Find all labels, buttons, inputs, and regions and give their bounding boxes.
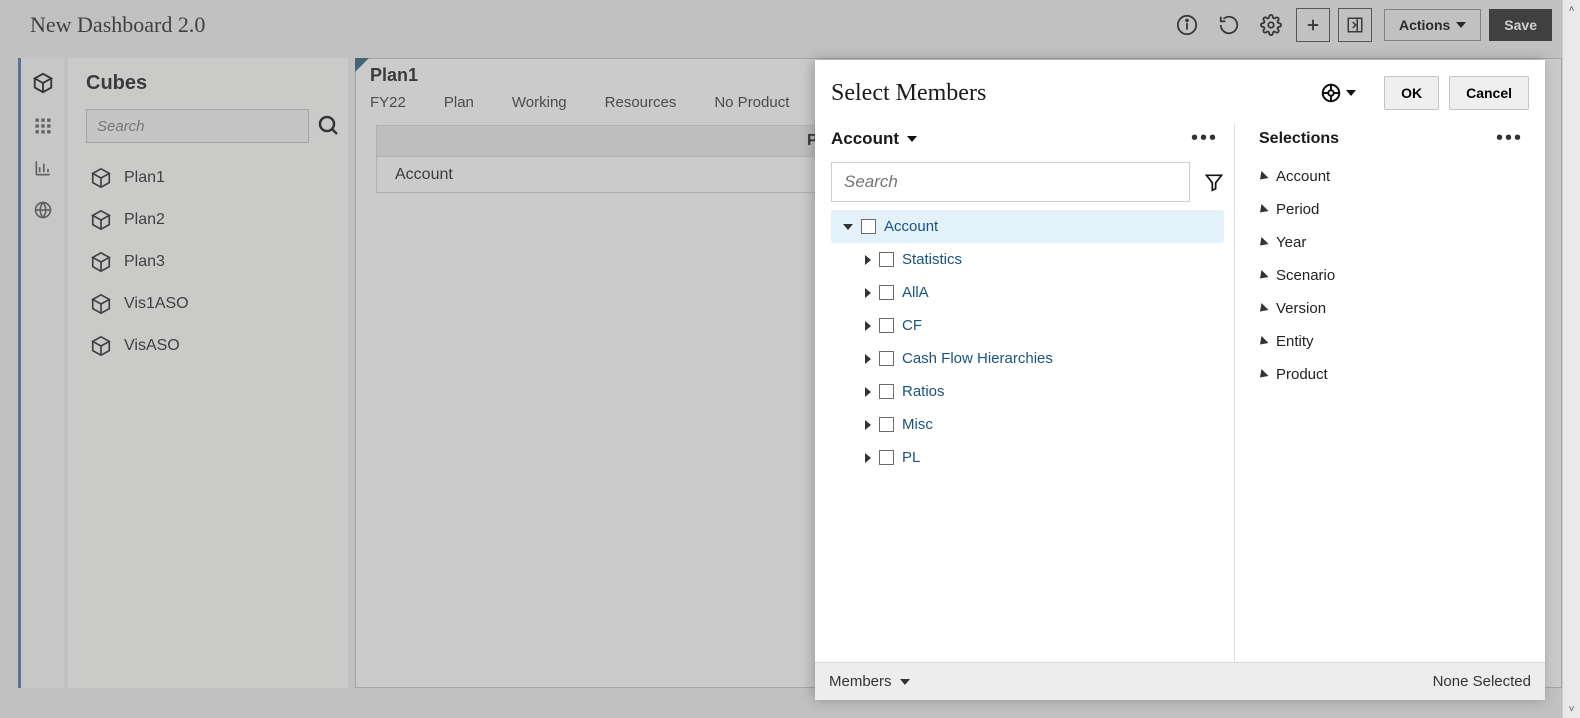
cube-item[interactable]: VisASO xyxy=(86,325,330,367)
collapse-icon xyxy=(1256,302,1268,314)
cube-icon[interactable] xyxy=(32,72,54,94)
selected-count: None Selected xyxy=(1433,673,1531,690)
members-tab[interactable]: Members xyxy=(829,673,910,690)
expand-icon[interactable] xyxy=(865,387,871,397)
dimension-selector[interactable]: Account xyxy=(831,129,899,149)
window-scrollbar[interactable]: ˄ ˅ xyxy=(1562,0,1580,718)
selection-item[interactable]: Version xyxy=(1259,292,1529,325)
sidebar-search-input[interactable] xyxy=(86,109,309,143)
selection-item[interactable]: Entity xyxy=(1259,325,1529,358)
checkbox[interactable] xyxy=(879,285,894,300)
main-tab-plan1[interactable]: Plan1 xyxy=(370,65,418,85)
expand-icon[interactable] xyxy=(865,288,871,298)
tree-node[interactable]: AllA xyxy=(831,276,1224,309)
pov-chip[interactable]: Resources xyxy=(605,94,677,111)
cube-item[interactable]: Vis1ASO xyxy=(86,283,330,325)
expand-icon[interactable] xyxy=(865,255,871,265)
chevron-down-icon xyxy=(900,679,910,685)
collapse-icon xyxy=(1256,203,1268,215)
tree-node-root[interactable]: Account xyxy=(831,210,1224,243)
chevron-down-icon[interactable] xyxy=(907,136,917,142)
chevron-down-icon xyxy=(1456,22,1466,28)
cube-outline-icon xyxy=(90,251,112,273)
expand-icon[interactable] xyxy=(865,420,871,430)
selection-item[interactable]: Product xyxy=(1259,358,1529,391)
cubes-sidebar: Cubes Plan1 Plan2 Plan3 Vis1ASO VisASO xyxy=(68,58,348,688)
grid-icon[interactable] xyxy=(33,116,53,136)
pov-chip[interactable]: FY22 xyxy=(370,94,406,111)
panel-toggle-icon[interactable] xyxy=(1338,8,1372,42)
pov-chip[interactable]: Plan xyxy=(444,94,474,111)
refresh-icon[interactable] xyxy=(1212,8,1246,42)
page-title: New Dashboard 2.0 xyxy=(30,12,205,38)
collapse-icon xyxy=(1256,368,1268,380)
ok-button[interactable]: OK xyxy=(1384,76,1439,110)
cube-outline-icon xyxy=(90,335,112,357)
tree-node[interactable]: Statistics xyxy=(831,243,1224,276)
left-rail xyxy=(18,58,64,688)
filter-icon[interactable] xyxy=(1204,172,1224,192)
checkbox[interactable] xyxy=(879,417,894,432)
cube-outline-icon xyxy=(90,167,112,189)
checkbox[interactable] xyxy=(861,219,876,234)
member-search-input[interactable] xyxy=(831,162,1190,202)
member-tree: Account Statistics AllA CF Cash Flow Hie… xyxy=(831,210,1224,474)
help-icon[interactable] xyxy=(1320,82,1356,104)
collapse-icon xyxy=(1256,170,1268,182)
modal-footer: Members None Selected xyxy=(815,662,1545,700)
collapse-icon xyxy=(1256,236,1268,248)
pov-chip[interactable]: No Product xyxy=(714,94,789,111)
chevron-down-icon xyxy=(1346,90,1356,96)
save-button[interactable]: Save xyxy=(1489,9,1552,41)
selected-corner-marker xyxy=(355,58,369,72)
cube-item[interactable]: Plan2 xyxy=(86,199,330,241)
settings-gear-icon[interactable] xyxy=(1254,8,1288,42)
cube-outline-icon xyxy=(90,209,112,231)
cube-outline-icon xyxy=(90,293,112,315)
selections-title: Selections xyxy=(1259,130,1496,148)
tree-node[interactable]: CF xyxy=(831,309,1224,342)
collapse-icon xyxy=(1256,335,1268,347)
selection-item[interactable]: Account xyxy=(1259,160,1529,193)
select-members-dialog: Select Members OK Cancel Account ••• Acc… xyxy=(815,60,1545,700)
app-header: New Dashboard 2.0 Actions Save xyxy=(0,0,1562,50)
more-options-icon[interactable]: ••• xyxy=(1191,127,1224,150)
modal-title: Select Members xyxy=(831,80,1310,107)
checkbox[interactable] xyxy=(879,252,894,267)
add-panel-icon[interactable] xyxy=(1296,8,1330,42)
tree-node[interactable]: PL xyxy=(831,441,1224,474)
checkbox[interactable] xyxy=(879,351,894,366)
info-icon[interactable] xyxy=(1170,8,1204,42)
scroll-down-icon[interactable]: ˅ xyxy=(1563,700,1580,718)
search-icon[interactable] xyxy=(317,114,341,138)
checkbox[interactable] xyxy=(879,450,894,465)
tree-node[interactable]: Cash Flow Hierarchies xyxy=(831,342,1224,375)
collapse-icon[interactable] xyxy=(843,224,853,230)
selection-item[interactable]: Scenario xyxy=(1259,259,1529,292)
expand-icon[interactable] xyxy=(865,321,871,331)
cube-item[interactable]: Plan3 xyxy=(86,241,330,283)
selection-item[interactable]: Year xyxy=(1259,226,1529,259)
expand-icon[interactable] xyxy=(865,354,871,364)
cube-item[interactable]: Plan1 xyxy=(86,157,330,199)
chart-icon[interactable] xyxy=(33,158,53,178)
globe-icon[interactable] xyxy=(33,200,53,220)
actions-label: Actions xyxy=(1399,17,1450,33)
tree-node[interactable]: Misc xyxy=(831,408,1224,441)
selections-more-icon[interactable]: ••• xyxy=(1496,127,1529,150)
sidebar-title: Cubes xyxy=(86,72,330,95)
pov-chip[interactable]: Working xyxy=(512,94,567,111)
cancel-button[interactable]: Cancel xyxy=(1449,76,1529,110)
expand-icon[interactable] xyxy=(865,453,871,463)
tree-node[interactable]: Ratios xyxy=(831,375,1224,408)
selection-item[interactable]: Period xyxy=(1259,193,1529,226)
scroll-up-icon[interactable]: ˄ xyxy=(1563,0,1580,18)
checkbox[interactable] xyxy=(879,318,894,333)
save-label: Save xyxy=(1504,17,1537,33)
actions-button[interactable]: Actions xyxy=(1384,9,1481,41)
checkbox[interactable] xyxy=(879,384,894,399)
collapse-icon xyxy=(1256,269,1268,281)
